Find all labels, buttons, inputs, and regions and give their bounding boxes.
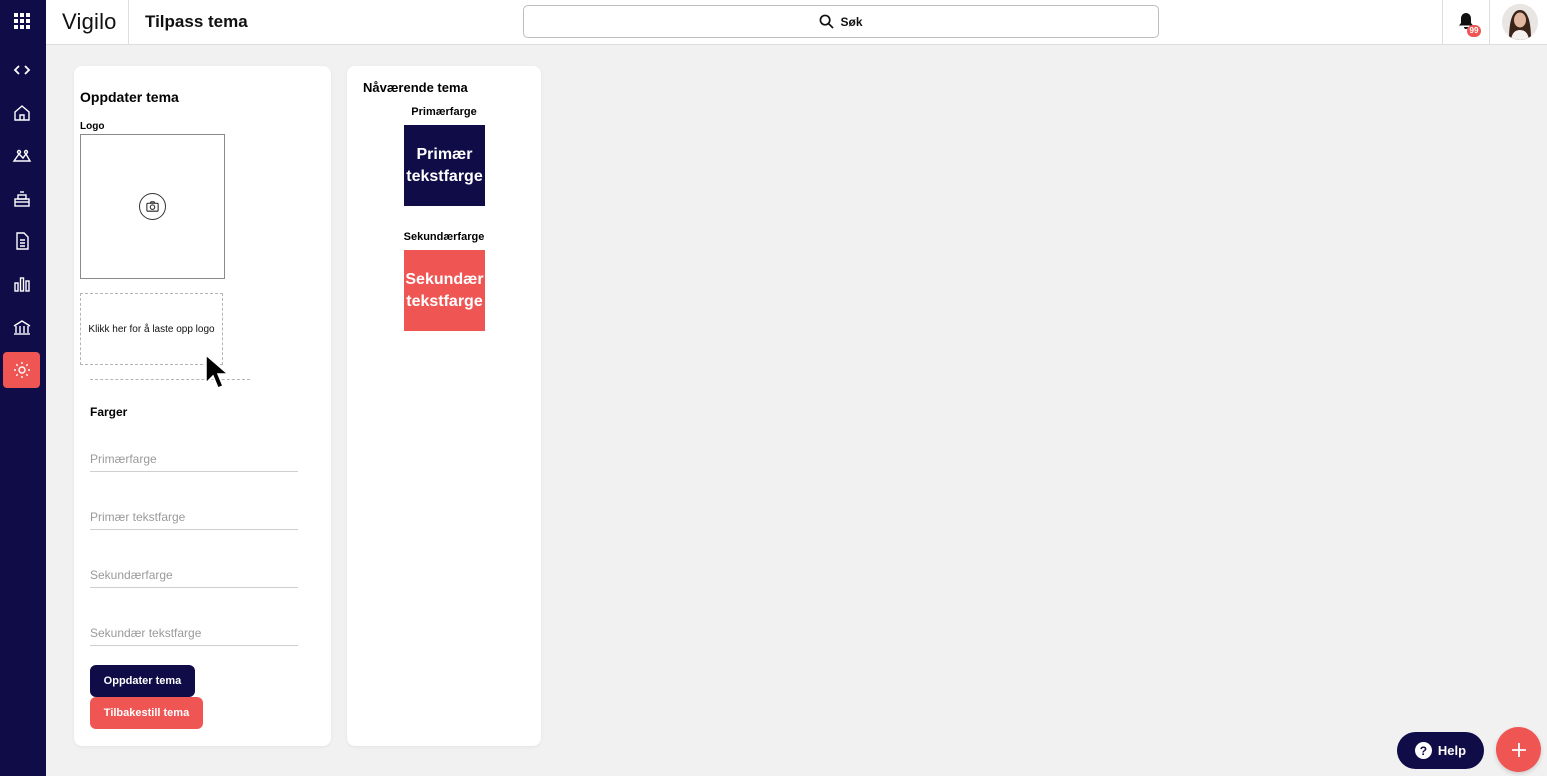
groups-icon[interactable]: [3, 181, 40, 217]
avatar[interactable]: [1502, 4, 1538, 40]
apps-grid-icon[interactable]: [3, 3, 40, 39]
brand-logo[interactable]: Vigilo: [62, 9, 117, 35]
primary-sample-text: tekstfarge: [406, 167, 483, 185]
search-icon: [820, 14, 835, 29]
secondary-sample-text: tekstfarge: [406, 292, 483, 310]
secondary-color-label: Sekundærfarge: [403, 231, 485, 243]
page-title: Tilpass tema: [145, 12, 248, 31]
mouse-cursor-icon: [205, 353, 230, 389]
colors-heading: Farger: [90, 405, 128, 419]
primary-sample-text: Primær: [416, 145, 473, 163]
top-bar: Vigilo Tilpass tema Søk 99: [46, 0, 1547, 45]
notification-badge: 99: [1467, 25, 1481, 37]
logo-preview: [80, 134, 225, 279]
home-icon[interactable]: [3, 95, 40, 131]
help-label: Help: [1437, 743, 1467, 758]
secondary-color-input[interactable]: [90, 562, 298, 588]
settings-icon[interactable]: [3, 352, 40, 388]
primary-color-swatch: Primær tekstfarge: [404, 125, 485, 206]
primary-color-input[interactable]: [90, 446, 298, 472]
secondary-text-color-input[interactable]: [90, 620, 298, 646]
plus-icon: [1511, 742, 1526, 757]
search-bar[interactable]: Søk: [523, 5, 1159, 38]
institution-icon[interactable]: [3, 309, 40, 345]
primary-color-label: Primærfarge: [411, 106, 477, 118]
add-button[interactable]: [1496, 727, 1541, 772]
logo-label: Logo: [80, 121, 105, 132]
collapse-icon[interactable]: [3, 52, 40, 88]
search-label: Søk: [840, 14, 863, 29]
update-theme-heading: Oppdater tema: [80, 89, 179, 105]
update-theme-card: Oppdater tema Logo Klikk her for å laste…: [74, 66, 331, 746]
sidebar: [0, 0, 46, 776]
divider: [1442, 0, 1443, 45]
logo-upload-dropzone[interactable]: Klikk her for å laste opp logo: [80, 293, 223, 365]
statistics-icon[interactable]: [3, 266, 40, 302]
notifications-button[interactable]: 99: [1456, 11, 1481, 37]
secondary-sample-text: Sekundær: [405, 270, 484, 288]
children-icon[interactable]: [3, 138, 40, 174]
document-icon[interactable]: [3, 223, 40, 259]
primary-text-color-input[interactable]: [90, 504, 298, 530]
help-button[interactable]: ? Help: [1397, 732, 1484, 769]
current-theme-heading: Nåværende tema: [363, 80, 468, 95]
update-theme-button[interactable]: Oppdater tema: [90, 665, 195, 697]
secondary-color-swatch: Sekundær tekstfarge: [404, 250, 485, 331]
current-theme-card: Nåværende tema Primærfarge Primær tekstf…: [347, 66, 541, 746]
reset-theme-button[interactable]: Tilbakestill tema: [90, 697, 203, 729]
camera-icon: [139, 193, 166, 220]
divider: [128, 0, 129, 45]
help-icon: ?: [1414, 742, 1432, 759]
divider: [1489, 0, 1490, 45]
